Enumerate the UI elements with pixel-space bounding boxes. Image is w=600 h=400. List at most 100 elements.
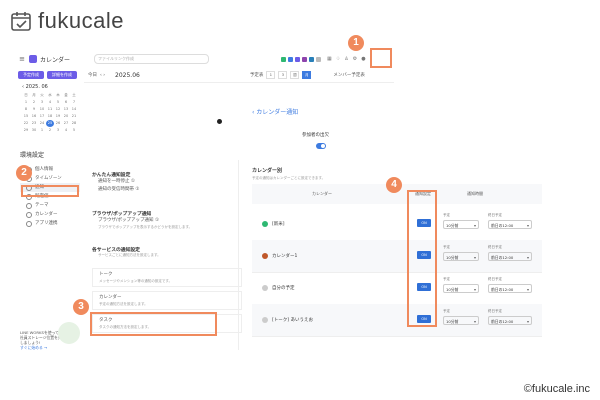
allday-timing-select[interactable]: 前日の12:00 xyxy=(488,220,532,230)
promo-link[interactable]: すぐに始める → xyxy=(20,345,80,350)
mini-calendar-date[interactable]: 20 xyxy=(62,113,70,120)
view-label: 予定表 xyxy=(249,73,264,78)
mini-calendar-date[interactable]: 25 xyxy=(46,120,54,127)
section-description: ブラウザでポップアップを表示するかどうかを設定します。 xyxy=(98,225,193,229)
grid-icon[interactable]: ▦ xyxy=(327,56,332,62)
mini-calendar-date[interactable]: 13 xyxy=(62,106,70,113)
mini-calendar-date[interactable]: 30 xyxy=(30,127,38,134)
mini-calendar-date[interactable]: 4 xyxy=(46,99,54,106)
fukucale-logo: fukucale xyxy=(10,8,124,34)
app-shortcut-icon[interactable] xyxy=(302,56,308,62)
timing-select[interactable]: 10分前 xyxy=(443,220,479,230)
user-icon[interactable]: ♙ xyxy=(344,56,348,62)
mini-calendar-date[interactable]: 6 xyxy=(62,99,70,106)
weekday-label: 火 xyxy=(40,93,44,97)
mini-calendar-date[interactable]: 2 xyxy=(30,99,38,106)
allday-timing-select[interactable]: 前日の12:00 xyxy=(488,252,532,262)
mini-calendar-date[interactable]: 10 xyxy=(38,106,46,113)
panel-divider xyxy=(238,160,239,350)
allday-label: 終日予定 xyxy=(488,309,502,313)
timing-select[interactable]: 10分前 xyxy=(443,284,479,294)
search-input[interactable]: ファイルリンク作成 xyxy=(94,54,210,64)
allday-timing-select[interactable]: 前日の12:00 xyxy=(488,316,532,326)
mini-calendar-date[interactable]: 9 xyxy=(30,106,38,113)
prev-icon[interactable]: ‹ › xyxy=(100,73,105,78)
gear-icon[interactable]: ⚙ xyxy=(353,56,357,62)
member-schedule-link[interactable]: メンバー予定表 xyxy=(333,72,365,78)
mini-calendar-date[interactable]: 5 xyxy=(54,99,62,106)
mini-calendar-date[interactable]: 8 xyxy=(22,106,30,113)
bell-icon[interactable]: ♢ xyxy=(336,56,340,62)
sidebar-item[interactable]: テーマ xyxy=(20,201,80,210)
highlight-on-buttons xyxy=(407,190,437,327)
mini-calendar-date[interactable]: 21 xyxy=(70,113,78,120)
browser-popup-row[interactable]: ブラウザ/ポップアップ通知 ① xyxy=(92,217,242,225)
mini-calendar-date[interactable]: 22 xyxy=(22,120,30,127)
attendance-label: 参加者の出欠 xyxy=(302,133,329,138)
create-event-button[interactable]: 予定作成 xyxy=(18,71,44,79)
mini-calendar-date[interactable]: 28 xyxy=(70,120,78,127)
service-calendar[interactable]: カレンダー 予定の通知方法を設定します。 xyxy=(92,291,242,310)
mini-calendar-date[interactable]: 14 xyxy=(70,106,78,113)
app-shortcut-icon[interactable] xyxy=(316,56,322,62)
service-talk[interactable]: トーク メッセージやメンション等の通知の設定です。 xyxy=(92,268,242,287)
allday-timing-select[interactable]: 前日の12:00 xyxy=(488,284,532,294)
brand-name: fukucale xyxy=(38,8,124,33)
settings-title: 環境設定 xyxy=(20,152,45,159)
mini-calendar-date[interactable]: 29 xyxy=(22,127,30,134)
sidebar-item[interactable]: カレンダー xyxy=(20,210,80,219)
app-shortcut-icon[interactable] xyxy=(295,56,301,62)
mini-calendar-date[interactable]: 2 xyxy=(46,127,54,134)
calendar-name: [新米] xyxy=(262,221,285,227)
create-detail-button[interactable]: 詳細を作成 xyxy=(47,71,77,79)
mini-calendar-date[interactable]: 27 xyxy=(62,120,70,127)
sidebar-item-icon xyxy=(26,220,32,227)
attendance-toggle[interactable] xyxy=(316,143,326,149)
mini-calendar-date[interactable]: 3 xyxy=(38,99,46,106)
avatar[interactable]: ● xyxy=(361,56,365,62)
mini-calendar-date[interactable]: 15 xyxy=(22,113,30,120)
view-day[interactable]: 1 xyxy=(266,71,276,79)
app-shortcut-icon[interactable] xyxy=(281,56,287,62)
notification-hours-row[interactable]: 通知の受信時間帯 ① xyxy=(92,186,242,194)
event-dot[interactable] xyxy=(217,119,222,124)
service-name: カレンダー xyxy=(99,295,122,300)
today-button[interactable]: 今日 xyxy=(88,72,97,78)
mini-calendar-date[interactable]: 1 xyxy=(22,99,30,106)
timing-select[interactable]: 10分前 xyxy=(443,252,479,262)
plant-illustration xyxy=(58,322,80,344)
mini-calendar-date[interactable]: 19 xyxy=(54,113,62,120)
section-description: サービスごとに通知方法を設定します。 xyxy=(98,253,161,257)
calendar-color-dot xyxy=(262,253,268,259)
menu-icon[interactable]: ≡ xyxy=(18,55,26,63)
app-shortcut-icon[interactable] xyxy=(309,56,315,62)
mini-calendar-date[interactable]: 12 xyxy=(54,106,62,113)
step-badge: 1 xyxy=(348,35,364,51)
mini-calendar-date[interactable]: 17 xyxy=(38,113,46,120)
view-month[interactable]: 月 xyxy=(302,71,312,79)
sidebar-item-label: アプリ連携 xyxy=(35,221,58,226)
mini-calendar-date[interactable]: 26 xyxy=(54,120,62,127)
allday-label: 終日予定 xyxy=(488,245,502,249)
timing-select[interactable]: 10分前 xyxy=(443,316,479,326)
back-link[interactable]: ‹ カレンダー通知 xyxy=(252,107,298,116)
app-shortcut-icon[interactable] xyxy=(288,56,294,62)
mini-calendar-date[interactable]: 7 xyxy=(70,99,78,106)
mini-calendar-date[interactable]: 3 xyxy=(54,127,62,134)
mini-calendar-date[interactable]: 18 xyxy=(46,113,54,120)
mini-calendar-date[interactable]: 11 xyxy=(46,106,54,113)
mini-calendar-date[interactable]: 4 xyxy=(62,127,70,134)
search-placeholder: ファイルリンク作成 xyxy=(98,56,135,61)
mini-calendar-date[interactable]: 24 xyxy=(38,120,46,127)
highlight-notification xyxy=(21,185,79,197)
pause-notifications-row[interactable]: 通知を一時停止 ① xyxy=(92,178,242,186)
mini-calendar-date[interactable]: 5 xyxy=(70,127,78,134)
by-calendar-title: カレンダー別 xyxy=(252,168,283,174)
sidebar-item[interactable]: アプリ連携 xyxy=(20,219,80,228)
mini-calendar-date[interactable]: 23 xyxy=(30,120,38,127)
mini-calendar-date[interactable]: 1 xyxy=(38,127,46,134)
view-week[interactable]: 週 xyxy=(290,71,300,79)
notification-settings: かんたん通知設定 通知を一時停止 ① 通知の受信時間帯 ① ブラウザ/ポップアッ… xyxy=(92,168,242,333)
view-3day[interactable]: 3 xyxy=(278,71,288,79)
mini-calendar-date[interactable]: 16 xyxy=(30,113,38,120)
